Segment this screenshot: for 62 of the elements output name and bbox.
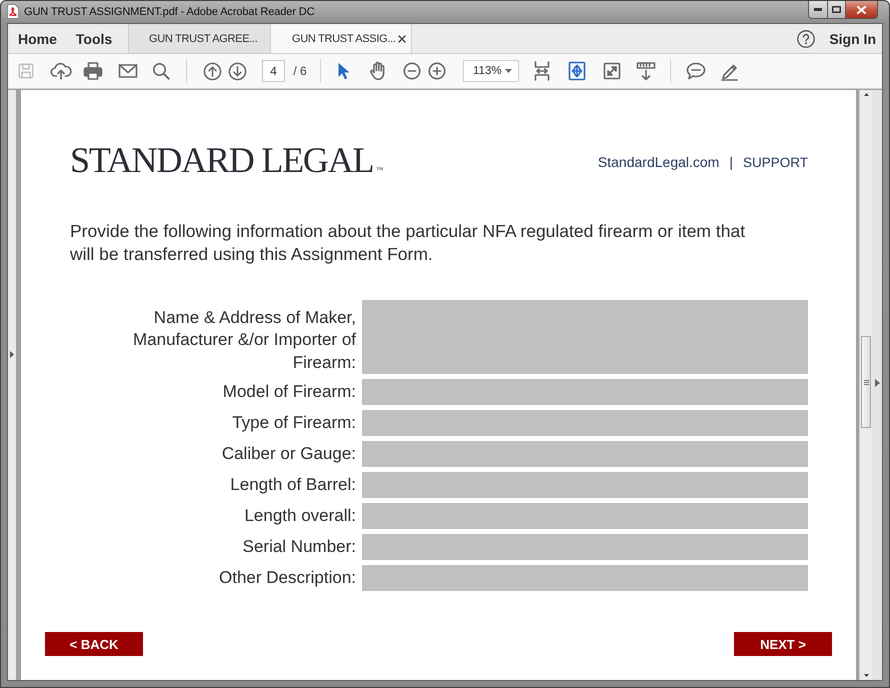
website-link[interactable]: StandardLegal.com [598,154,720,171]
input-field[interactable] [362,410,808,436]
close-icon [857,6,866,14]
page-number-field[interactable]: 4 [262,60,285,82]
document-tab[interactable]: GUN TRUST AGREE... [128,24,270,53]
minimize-icon [814,8,822,11]
page-count: / 6 [293,64,307,78]
field-label: Name & Address of Maker, Manufacturer &/or Importer of Firearm: [132,306,356,374]
field-label: Length of Barrel: [229,475,356,495]
close-button[interactable] [846,1,878,19]
zoom-out-icon[interactable] [403,62,421,80]
arrow-up-circle-icon[interactable] [203,62,222,80]
fit-page-icon[interactable] [568,61,586,81]
minimize-button[interactable] [808,1,827,19]
nav-item[interactable]: Home [18,30,57,46]
field-label: Serial Number: [242,537,356,557]
zoom-in-icon[interactable] [428,62,446,80]
right-triangle-icon[interactable] [874,379,880,387]
scroll-down-icon[interactable] [864,674,868,677]
document-tab[interactable]: GUN TRUST ASSIG... [270,24,412,53]
close-icon[interactable] [398,34,406,42]
mail-icon[interactable] [118,63,138,79]
input-field[interactable] [362,503,808,529]
input-field[interactable] [362,534,808,560]
support-link[interactable]: SUPPORT [742,154,808,171]
print-icon[interactable] [83,61,103,81]
cloud-upload-icon[interactable] [50,61,72,81]
field-label: Other Description: [218,568,356,588]
arrow-down-circle-icon[interactable] [228,62,247,80]
logo-text: STANDARD LEGAL [70,140,374,180]
sign-in-link[interactable]: Sign In [829,30,876,46]
input-field[interactable] [362,441,808,467]
field-label: Length overall: [243,506,356,526]
search-icon[interactable] [152,62,170,80]
comment-icon[interactable] [686,62,706,80]
input-field[interactable] [362,472,808,498]
next-button[interactable]: NEXT > [734,632,832,656]
right-triangle-icon[interactable] [10,351,14,358]
pointer-icon[interactable] [338,62,350,80]
input-field[interactable] [362,565,808,591]
nav-item[interactable]: Tools [76,30,112,46]
intro-paragraph: Provide the following information about the particular NFA regulated firearm or item that will be transferred using this Assignment Form. [70,220,746,266]
textarea-field[interactable] [362,300,808,374]
zoom-dropdown[interactable]: 113% [463,60,519,82]
maximize-icon [832,6,841,13]
window-title: GUN TRUST ASSIGNMENT.pdf - Adobe Acrobat Reader DC [24,6,314,18]
field-label: Type of Firearm: [231,413,356,433]
scrollbar-thumb[interactable] [861,336,871,428]
pdf-file-icon [7,4,19,19]
link-separator: | [729,154,733,171]
field-label: Caliber or Gauge: [220,444,356,464]
scrollbar[interactable] [859,90,872,680]
scroll-up-icon[interactable] [864,93,868,96]
caret-icon [505,69,512,73]
input-field[interactable] [362,379,808,405]
help-icon[interactable] [797,30,816,48]
field-label: Model of Firearm: [222,382,356,402]
full-screen-icon[interactable] [603,62,621,80]
back-button[interactable]: < BACK [45,632,143,656]
scroll-mode-icon[interactable] [636,61,656,81]
fit-width-icon[interactable] [533,61,551,81]
maximize-button[interactable] [827,1,846,19]
